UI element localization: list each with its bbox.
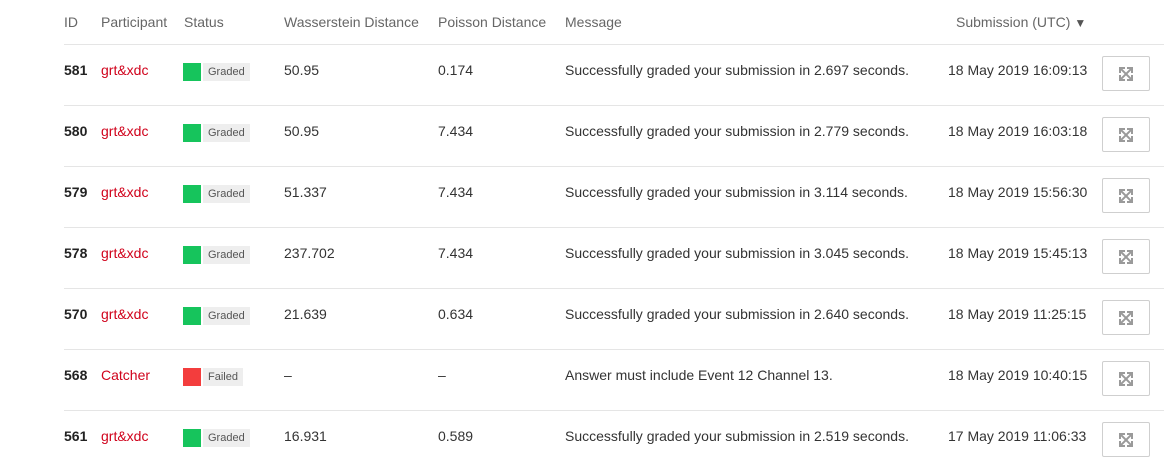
expand-arrows-icon bbox=[1118, 432, 1134, 448]
expand-arrows-icon bbox=[1118, 249, 1134, 265]
status-label: Graded bbox=[203, 307, 250, 325]
header-participant[interactable]: Participant bbox=[101, 14, 167, 30]
poisson-distance-value: 7.434 bbox=[438, 123, 474, 139]
header-submission-utc[interactable]: Submission (UTC) ▼ bbox=[956, 14, 1086, 30]
participant-link[interactable]: grt&xdc bbox=[101, 306, 148, 322]
submission-timestamp: 17 May 2019 11:06:33 bbox=[948, 428, 1087, 444]
wasserstein-distance-value: 16.931 bbox=[284, 428, 327, 444]
wasserstein-distance-value: 237.702 bbox=[284, 245, 335, 261]
message-text: Successfully graded your submission in 3… bbox=[565, 184, 908, 200]
message-text: Successfully graded your submission in 2… bbox=[565, 62, 909, 78]
submission-id: 580 bbox=[64, 123, 88, 139]
poisson-distance-value: 7.434 bbox=[438, 184, 474, 200]
table-row: 561 grt&xdc Graded 16.931 0.589 Successf… bbox=[64, 410, 1164, 471]
participant-link[interactable]: Catcher bbox=[101, 367, 150, 383]
table-row: 579 grt&xdc Graded 51.337 7.434 Successf… bbox=[64, 166, 1164, 227]
wasserstein-distance-value: 21.639 bbox=[284, 306, 327, 322]
participant-link[interactable]: grt&xdc bbox=[101, 123, 148, 139]
status-badge: Graded bbox=[183, 429, 250, 447]
status-color-swatch bbox=[183, 307, 201, 325]
submission-timestamp: 18 May 2019 10:40:15 bbox=[948, 367, 1088, 383]
status-label: Graded bbox=[203, 429, 250, 447]
header-submission-label: Submission (UTC) bbox=[956, 14, 1071, 30]
message-text: Successfully graded your submission in 2… bbox=[565, 306, 909, 322]
table-row: 570 grt&xdc Graded 21.639 0.634 Successf… bbox=[64, 288, 1164, 349]
participant-link[interactable]: grt&xdc bbox=[101, 428, 148, 444]
expand-arrows-icon bbox=[1118, 127, 1134, 143]
status-label: Graded bbox=[203, 185, 250, 203]
submission-timestamp: 18 May 2019 15:56:30 bbox=[948, 184, 1088, 200]
status-color-swatch bbox=[183, 429, 201, 447]
submission-id: 581 bbox=[64, 62, 88, 78]
submission-id: 568 bbox=[64, 367, 88, 383]
table-header: ID Participant Status Wasserstein Distan… bbox=[64, 0, 1164, 44]
expand-arrows-icon bbox=[1118, 310, 1134, 326]
status-badge: Graded bbox=[183, 185, 250, 203]
submissions-table: ID Participant Status Wasserstein Distan… bbox=[64, 0, 1164, 471]
expand-button[interactable] bbox=[1102, 178, 1150, 213]
expand-button[interactable] bbox=[1102, 56, 1150, 91]
participant-link[interactable]: grt&xdc bbox=[101, 184, 148, 200]
submission-timestamp: 18 May 2019 16:09:13 bbox=[948, 62, 1088, 78]
expand-button[interactable] bbox=[1102, 117, 1150, 152]
table-row: 581 grt&xdc Graded 50.95 0.174 Successfu… bbox=[64, 44, 1164, 105]
header-id[interactable]: ID bbox=[64, 14, 78, 30]
status-label: Graded bbox=[203, 246, 250, 264]
status-badge: Failed bbox=[183, 368, 243, 386]
sort-descending-icon[interactable]: ▼ bbox=[1074, 16, 1086, 30]
status-badge: Graded bbox=[183, 63, 250, 81]
status-color-swatch bbox=[183, 246, 201, 264]
expand-arrows-icon bbox=[1118, 188, 1134, 204]
status-label: Graded bbox=[203, 63, 250, 81]
submission-timestamp: 18 May 2019 15:45:13 bbox=[948, 245, 1088, 261]
submission-id: 561 bbox=[64, 428, 88, 444]
header-message[interactable]: Message bbox=[565, 14, 622, 30]
submission-timestamp: 18 May 2019 16:03:18 bbox=[948, 123, 1088, 139]
message-text: Successfully graded your submission in 3… bbox=[565, 245, 909, 261]
status-badge: Graded bbox=[183, 246, 250, 264]
table-row: 580 grt&xdc Graded 50.95 7.434 Successfu… bbox=[64, 105, 1164, 166]
expand-button[interactable] bbox=[1102, 300, 1150, 335]
status-color-swatch bbox=[183, 368, 201, 386]
poisson-distance-value: 7.434 bbox=[438, 245, 474, 261]
wasserstein-distance-value: 50.95 bbox=[284, 123, 320, 139]
wasserstein-distance-value: – bbox=[284, 367, 292, 383]
participant-link[interactable]: grt&xdc bbox=[101, 245, 148, 261]
message-text: Answer must include Event 12 Channel 13. bbox=[565, 367, 833, 383]
submission-id: 570 bbox=[64, 306, 88, 322]
submission-timestamp: 18 May 2019 11:25:15 bbox=[948, 306, 1087, 322]
header-wasserstein-distance[interactable]: Wasserstein Distance bbox=[284, 14, 419, 30]
poisson-distance-value: 0.589 bbox=[438, 428, 474, 444]
message-text: Successfully graded your submission in 2… bbox=[565, 428, 909, 444]
table-row: 578 grt&xdc Graded 237.702 7.434 Success… bbox=[64, 227, 1164, 288]
status-color-swatch bbox=[183, 124, 201, 142]
wasserstein-distance-value: 51.337 bbox=[284, 184, 327, 200]
poisson-distance-value: 0.634 bbox=[438, 306, 474, 322]
expand-button[interactable] bbox=[1102, 361, 1150, 396]
header-poisson-distance[interactable]: Poisson Distance bbox=[438, 14, 546, 30]
participant-link[interactable]: grt&xdc bbox=[101, 62, 148, 78]
status-color-swatch bbox=[183, 185, 201, 203]
poisson-distance-value: – bbox=[438, 367, 446, 383]
status-label: Graded bbox=[203, 124, 250, 142]
status-label: Failed bbox=[203, 368, 243, 386]
expand-button[interactable] bbox=[1102, 239, 1150, 274]
header-status[interactable]: Status bbox=[184, 14, 224, 30]
expand-arrows-icon bbox=[1118, 371, 1134, 387]
status-badge: Graded bbox=[183, 307, 250, 325]
status-color-swatch bbox=[183, 63, 201, 81]
status-badge: Graded bbox=[183, 124, 250, 142]
expand-arrows-icon bbox=[1118, 66, 1134, 82]
poisson-distance-value: 0.174 bbox=[438, 62, 474, 78]
message-text: Successfully graded your submission in 2… bbox=[565, 123, 909, 139]
submission-id: 578 bbox=[64, 245, 88, 261]
wasserstein-distance-value: 50.95 bbox=[284, 62, 320, 78]
table-body: 581 grt&xdc Graded 50.95 0.174 Successfu… bbox=[64, 44, 1164, 471]
expand-button[interactable] bbox=[1102, 422, 1150, 457]
table-row: 568 Catcher Failed – – Answer must inclu… bbox=[64, 349, 1164, 410]
submission-id: 579 bbox=[64, 184, 88, 200]
